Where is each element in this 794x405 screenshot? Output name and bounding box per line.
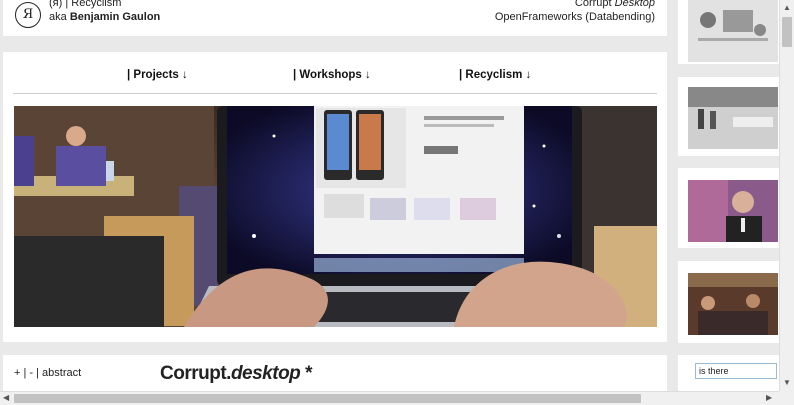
main-nav: | Projects ↓ | Workshops ↓ | Recyclism ↓ [13, 66, 657, 94]
nav-recyclism[interactable]: | Recyclism ↓ [459, 69, 531, 81]
sidebar-thumb-4[interactable] [688, 273, 778, 335]
site-identity: (я) | Recyclism aka Benjamin Gaulon [49, 0, 160, 24]
horizontal-scroll-thumb[interactable] [14, 394, 641, 403]
project-info: Corrupt Desktop OpenFrameworks (Databend… [495, 0, 655, 24]
article-title-prefix: Corrupt. [160, 363, 231, 384]
sidebar-card-3 [678, 168, 779, 248]
main-card: | Projects ↓ | Workshops ↓ | Recyclism ↓ [3, 52, 667, 342]
sidebar-thumb-1-svg [688, 0, 778, 62]
vertical-scroll-thumb[interactable] [782, 17, 792, 47]
article-nav[interactable]: + | - | abstract [14, 367, 81, 379]
recyclism-logo[interactable]: Я [15, 2, 41, 28]
sidebar-thumb-4-svg [688, 273, 778, 335]
project-tech: OpenFrameworks (Databending) [494, 11, 655, 23]
project-title-prefix: Corrupt [574, 0, 612, 9]
project-title: Corrupt Desktop [495, 0, 655, 10]
nav-workshops[interactable]: | Workshops ↓ [293, 69, 371, 81]
article-title-emph: desktop [230, 363, 301, 384]
scroll-up-arrow-icon[interactable]: ▲ [783, 3, 791, 13]
sidebar-card-1 [678, 0, 779, 64]
hero-photo-svg [14, 106, 657, 327]
vertical-scrollbar[interactable]: ▲ ▼ [779, 0, 794, 391]
sidebar-thumb-3-svg [688, 180, 778, 242]
sidebar-card-4 [678, 261, 779, 343]
horizontal-scrollbar[interactable]: ◀ ▶ [0, 391, 779, 405]
sidebar-search-input[interactable] [695, 363, 777, 379]
article-title: Corrupt.desktop * [160, 363, 312, 385]
aka-label: aka [49, 11, 67, 23]
hero-photo [14, 106, 657, 327]
scrollbar-corner [779, 391, 794, 405]
header-card: Я (я) | Recyclism aka Benjamin Gaulon Co… [3, 0, 667, 36]
sidebar-thumb-2[interactable] [688, 87, 778, 149]
author-name: Benjamin Gaulon [69, 11, 161, 23]
project-title-emph: Desktop [614, 0, 655, 9]
nav-projects[interactable]: | Projects ↓ [127, 69, 188, 81]
sidebar-thumb-3[interactable] [688, 180, 778, 242]
sidebar-card-2 [678, 77, 779, 156]
article-title-suffix: * [300, 363, 312, 384]
scroll-right-arrow-icon[interactable]: ▶ [766, 393, 772, 403]
scroll-down-arrow-icon[interactable]: ▼ [783, 378, 791, 388]
site-title[interactable]: (я) | Recyclism [49, 0, 160, 10]
scroll-left-arrow-icon[interactable]: ◀ [3, 393, 9, 403]
sidebar-thumb-1[interactable] [688, 0, 778, 62]
sidebar-thumb-2-svg [688, 87, 778, 149]
sidebar-card-5 [678, 355, 779, 391]
article-card: + | - | abstract Corrupt.desktop * [3, 355, 667, 395]
author-line: aka Benjamin Gaulon [49, 10, 160, 24]
